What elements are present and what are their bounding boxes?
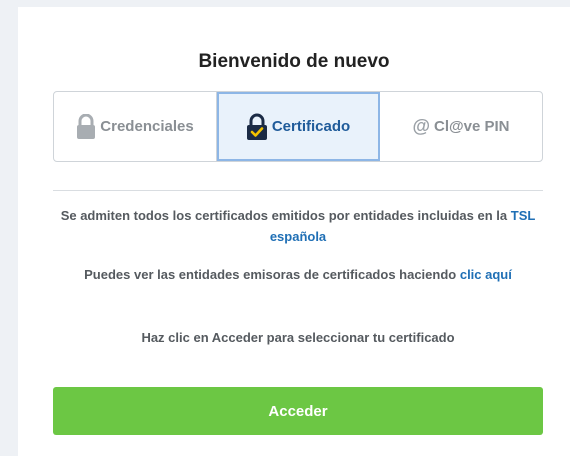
certificate-lock-icon [246,113,268,141]
padlock-icon [76,113,96,140]
tab-credenciales[interactable]: Credenciales [54,92,217,161]
info-entities-text: Puedes ver las entidades emisoras de cer… [38,264,558,285]
tab-credenciales-label: Credenciales [100,118,194,135]
acceder-button[interactable]: Acceder [53,387,543,435]
info-tsl-prefix: Se admiten todos los certificados emitid… [60,208,511,223]
login-method-tabs: Credenciales Certificado @ Cl@ve PIN [53,91,543,162]
info-instructions: Haz clic en Acceder para seleccionar tu … [141,330,455,345]
at-icon: @ [412,116,431,136]
clic-aqui-link[interactable]: clic aquí [460,267,512,282]
login-card: Bienvenido de nuevo Credenciales Certifi… [18,7,570,456]
tab-certificado-label: Certificado [271,118,351,135]
info-entities-prefix: Puedes ver las entidades emisoras de cer… [84,267,460,282]
page-title: Bienvenido de nuevo [198,51,390,72]
tab-clave-pin[interactable]: @ Cl@ve PIN [380,92,542,161]
divider [53,190,543,191]
info-tsl-text: Se admiten todos los certificados emitid… [38,205,558,247]
tab-clave-pin-label: Cl@ve PIN [434,118,510,135]
tab-certificado[interactable]: Certificado [217,92,380,161]
